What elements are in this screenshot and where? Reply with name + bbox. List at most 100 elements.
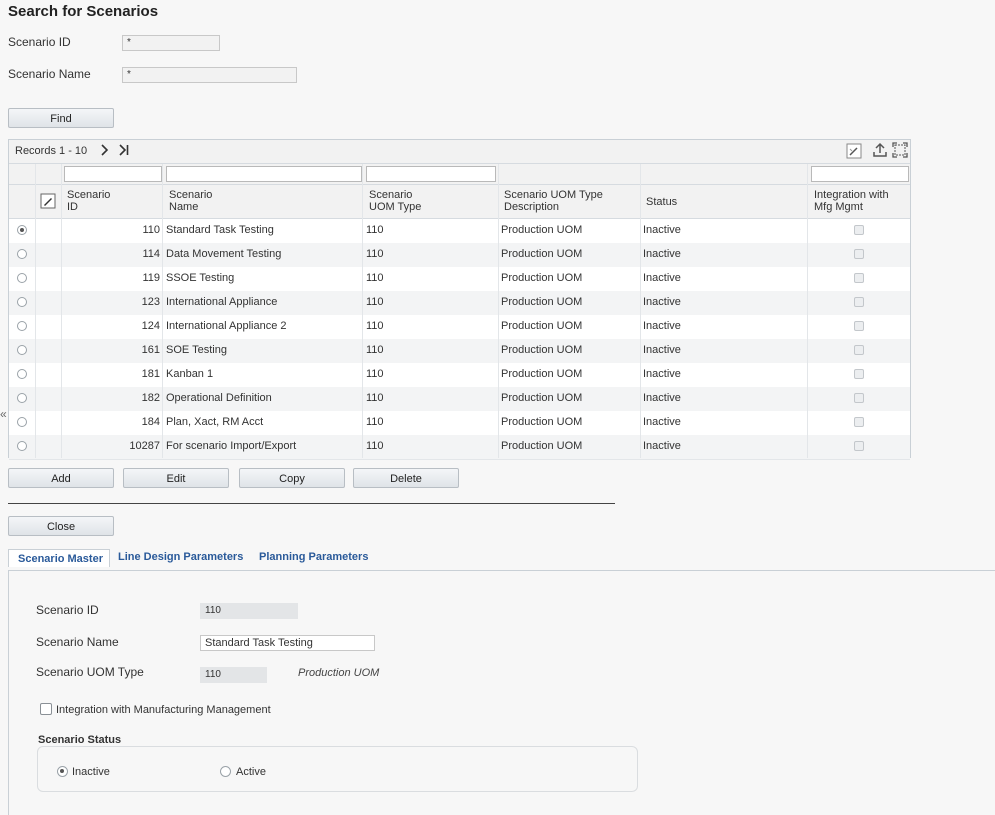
cell-status: Inactive xyxy=(643,440,681,452)
row-select-radio[interactable] xyxy=(17,441,27,451)
scenario-id-label: Scenario ID xyxy=(8,35,71,49)
row-select-radio[interactable] xyxy=(17,273,27,283)
col-uom-description[interactable]: Scenario UOM Type Description xyxy=(504,189,603,213)
fullscreen-icon[interactable] xyxy=(892,142,908,161)
cell-uom-type: 110 xyxy=(366,248,384,260)
delete-button[interactable]: Delete xyxy=(353,468,459,488)
edit-row-icon[interactable] xyxy=(40,193,56,212)
scenario-status-group xyxy=(37,746,638,792)
cell-scenario-name: SSOE Testing xyxy=(166,272,235,284)
copy-button[interactable]: Copy xyxy=(239,468,345,488)
cell-uom-description: Production UOM xyxy=(501,248,583,260)
grid-header: Scenario ID Scenario Name Scenario UOM Type… xyxy=(9,185,910,219)
cell-uom-type: 110 xyxy=(366,272,384,284)
add-button[interactable]: Add xyxy=(8,468,114,488)
cell-uom-description: Production UOM xyxy=(501,392,583,404)
edit-button[interactable]: Edit xyxy=(123,468,229,488)
cell-scenario-id: 182 xyxy=(141,392,160,404)
col-scenario-name[interactable]: Scenario Name xyxy=(169,189,212,213)
cell-integration-checkbox xyxy=(854,345,864,355)
cell-scenario-id: 181 xyxy=(141,368,160,380)
table-row[interactable]: 10287 For scenario Import/Export 110 Produc… xyxy=(9,435,910,460)
next-page-icon[interactable] xyxy=(98,142,112,161)
status-active-radio[interactable] xyxy=(220,766,231,777)
cell-scenario-name: Kanban 1 xyxy=(166,368,214,380)
tab-line-design-parameters[interactable]: Line Design Parameters xyxy=(118,551,243,563)
cell-scenario-name: Plan, Xact, RM Acct xyxy=(166,416,264,428)
cell-scenario-id: 123 xyxy=(141,296,160,308)
collapse-panel-icon[interactable]: « xyxy=(0,404,8,424)
detail-scenario-name-label: Scenario Name xyxy=(36,635,119,649)
cell-scenario-name: International Appliance 2 xyxy=(166,320,287,332)
detail-scenario-id-label: Scenario ID xyxy=(36,603,99,617)
close-button[interactable]: Close xyxy=(8,516,114,536)
cell-uom-description: Production UOM xyxy=(501,320,583,332)
cell-uom-type: 110 xyxy=(366,440,384,452)
tab-scenario-master[interactable]: Scenario Master xyxy=(8,549,110,567)
row-select-radio[interactable] xyxy=(17,417,27,427)
status-inactive-radio[interactable] xyxy=(57,766,68,777)
divider xyxy=(8,503,615,504)
cell-status: Inactive xyxy=(643,248,681,260)
cell-integration-checkbox xyxy=(854,273,864,283)
cell-integration-checkbox xyxy=(854,441,864,451)
col-uom-type[interactable]: Scenario UOM Type xyxy=(369,189,421,213)
tab-planning-parameters[interactable]: Planning Parameters xyxy=(259,551,368,563)
edit-column-icon[interactable] xyxy=(846,143,862,162)
row-select-radio[interactable] xyxy=(17,393,27,403)
row-select-radio[interactable] xyxy=(17,369,27,379)
cell-status: Inactive xyxy=(643,272,681,284)
scenario-grid: Records 1 - 10 Scenario ID Scenario Name S… xyxy=(8,139,911,460)
last-page-icon[interactable] xyxy=(117,142,131,161)
table-row[interactable]: 182 Operational Definition 110 Production U… xyxy=(9,387,910,412)
table-row[interactable]: 184 Plan, Xact, RM Acct 110 Production UOM I… xyxy=(9,411,910,436)
export-icon[interactable] xyxy=(872,142,888,161)
cell-scenario-id: 124 xyxy=(141,320,160,332)
col-scenario-id[interactable]: Scenario ID xyxy=(67,189,110,213)
col-integration[interactable]: Integration with Mfg Mgmt xyxy=(814,189,889,213)
cell-scenario-id: 10287 xyxy=(129,440,160,452)
row-select-radio[interactable] xyxy=(17,345,27,355)
page-title: Search for Scenarios xyxy=(8,3,159,20)
detail-uom-type-value: 110 xyxy=(200,667,267,683)
cell-uom-description: Production UOM xyxy=(501,416,583,428)
cell-uom-description: Production UOM xyxy=(501,224,583,236)
cell-scenario-name: SOE Testing xyxy=(166,344,227,356)
find-button[interactable]: Find xyxy=(8,108,114,128)
row-select-radio[interactable] xyxy=(17,297,27,307)
detail-scenario-name-input[interactable]: Standard Task Testing xyxy=(200,635,375,651)
cell-integration-checkbox xyxy=(854,393,864,403)
row-select-radio[interactable] xyxy=(17,249,27,259)
filter-uom-type[interactable] xyxy=(366,166,496,182)
filter-integration[interactable] xyxy=(811,166,909,182)
table-row[interactable]: 119 SSOE Testing 110 Production UOM Inactive xyxy=(9,267,910,292)
scenario-name-label: Scenario Name xyxy=(8,67,91,81)
table-row[interactable]: 124 International Appliance 2 110 Productio… xyxy=(9,315,910,340)
cell-uom-description: Production UOM xyxy=(501,368,583,380)
row-select-radio[interactable] xyxy=(17,321,27,331)
cell-scenario-id: 161 xyxy=(141,344,160,356)
filter-scenario-id[interactable] xyxy=(64,166,162,182)
filter-row xyxy=(9,164,910,185)
table-row[interactable]: 110 Standard Task Testing 110 Production UO… xyxy=(9,219,910,244)
table-row[interactable]: 181 Kanban 1 110 Production UOM Inactive xyxy=(9,363,910,388)
table-row[interactable]: 161 SOE Testing 110 Production UOM Inactive xyxy=(9,339,910,364)
integration-checkbox[interactable] xyxy=(40,703,52,715)
filter-scenario-name[interactable] xyxy=(166,166,362,182)
cell-integration-checkbox xyxy=(854,249,864,259)
detail-scenario-id-value: 110 xyxy=(200,603,298,619)
cell-integration-checkbox xyxy=(854,417,864,427)
cell-status: Inactive xyxy=(643,296,681,308)
scenario-name-search-input[interactable]: * xyxy=(122,67,297,83)
cell-scenario-id: 114 xyxy=(142,248,160,260)
scenario-id-search-input[interactable]: * xyxy=(122,35,220,51)
row-select-radio[interactable] xyxy=(17,225,27,235)
cell-scenario-name: Operational Definition xyxy=(166,392,272,404)
table-row[interactable]: 123 International Appliance 110 Production … xyxy=(9,291,910,316)
col-status[interactable]: Status xyxy=(646,196,677,208)
cell-uom-type: 110 xyxy=(366,368,384,380)
cell-uom-type: 110 xyxy=(366,320,384,332)
cell-uom-description: Production UOM xyxy=(501,296,583,308)
table-row[interactable]: 114 Data Movement Testing 110 Production UO… xyxy=(9,243,910,268)
cell-status: Inactive xyxy=(643,224,681,236)
